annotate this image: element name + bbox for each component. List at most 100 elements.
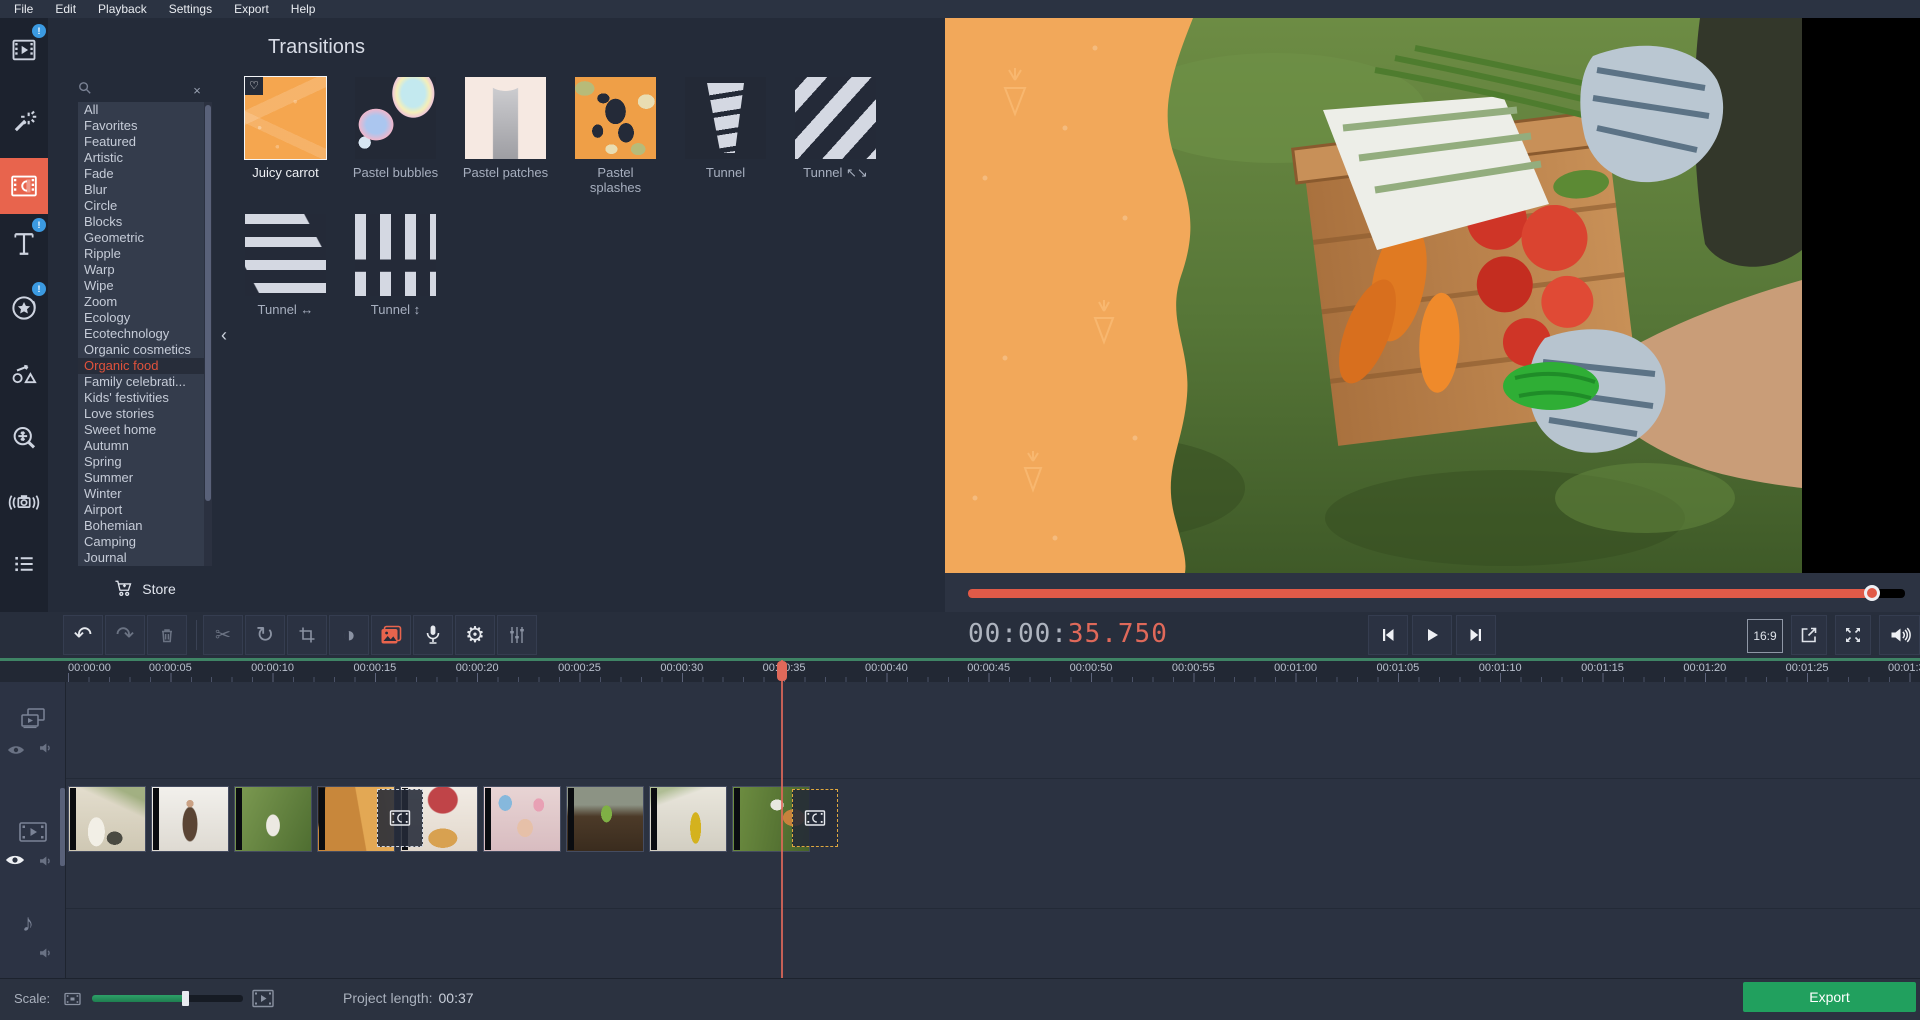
overlay-track-mute-icon[interactable] bbox=[38, 741, 54, 760]
category-item[interactable]: Ecotechnology bbox=[78, 326, 204, 342]
video-preview[interactable] bbox=[945, 18, 1920, 573]
category-item[interactable]: Geometric bbox=[78, 230, 204, 246]
category-item[interactable]: Circle bbox=[78, 198, 204, 214]
category-item[interactable]: Fade bbox=[78, 166, 204, 182]
undo-button[interactable]: ↶ bbox=[63, 615, 103, 655]
split-button[interactable]: ✂ bbox=[203, 615, 243, 655]
detach-preview-button[interactable] bbox=[1791, 615, 1827, 655]
sidebar-item-stickers[interactable]: ! bbox=[0, 280, 48, 336]
category-item[interactable]: Love stories bbox=[78, 406, 204, 422]
delete-button[interactable] bbox=[147, 615, 187, 655]
category-item[interactable]: Ripple bbox=[78, 246, 204, 262]
clip-kids-party[interactable] bbox=[483, 786, 561, 852]
play-button[interactable] bbox=[1412, 615, 1452, 655]
category-item[interactable]: Featured bbox=[78, 134, 204, 150]
zoom-out-filmstrip-icon[interactable] bbox=[64, 992, 81, 1011]
crop-button[interactable] bbox=[287, 615, 327, 655]
clip-meditation-white[interactable] bbox=[151, 786, 229, 852]
color-adjust-button[interactable]: ◑ bbox=[329, 615, 369, 655]
category-item[interactable]: Camping bbox=[78, 534, 204, 550]
transition-thumbnail[interactable]: ♡ bbox=[795, 77, 876, 159]
rotate-button[interactable]: ↻ bbox=[245, 615, 285, 655]
transition-thumbnail[interactable]: ♡ bbox=[355, 214, 436, 296]
scrollbar-thumb[interactable] bbox=[205, 105, 211, 501]
search-input[interactable] bbox=[92, 81, 190, 99]
sidebar-item-titles[interactable]: ! bbox=[0, 216, 48, 272]
sidebar-item-filters[interactable] bbox=[0, 94, 48, 150]
category-item[interactable]: Wipe bbox=[78, 278, 204, 294]
category-item[interactable]: Bohemian bbox=[78, 518, 204, 534]
clip-vase[interactable] bbox=[68, 786, 146, 852]
timeline-ruler[interactable]: 00:00:0000:00:0500:00:1000:00:1500:00:20… bbox=[0, 661, 1920, 682]
menu-item-settings[interactable]: Settings bbox=[158, 0, 223, 18]
sidebar-item-pan-zoom[interactable] bbox=[0, 410, 48, 466]
clip-soil-sprout[interactable] bbox=[566, 786, 644, 852]
audio-track-mute-icon[interactable] bbox=[38, 946, 54, 965]
preview-seek-bar[interactable] bbox=[968, 589, 1905, 598]
category-item[interactable]: Journal bbox=[78, 550, 204, 566]
sidebar-item-more-tools[interactable] bbox=[0, 536, 48, 592]
clip-transition-icon[interactable] bbox=[377, 789, 423, 847]
clip-transition-icon[interactable] bbox=[792, 789, 838, 847]
category-item[interactable]: Ecology bbox=[78, 310, 204, 326]
category-item[interactable]: Spring bbox=[78, 454, 204, 470]
playhead-handle[interactable] bbox=[777, 661, 787, 681]
sidebar-item-media[interactable]: ! bbox=[0, 22, 48, 78]
clip-olive-bottle[interactable] bbox=[649, 786, 727, 852]
settings-button[interactable]: ⚙ bbox=[455, 615, 495, 655]
category-item[interactable]: Winter bbox=[78, 486, 204, 502]
category-item[interactable]: Artistic bbox=[78, 150, 204, 166]
collapse-panel-chevron-icon[interactable]: ‹ bbox=[216, 318, 232, 352]
overlay-track-icon[interactable] bbox=[19, 706, 47, 737]
category-item[interactable]: Kids' festivities bbox=[78, 390, 204, 406]
transition-thumbnail[interactable]: ♡ bbox=[575, 77, 656, 159]
category-scrollbar[interactable] bbox=[204, 102, 212, 566]
fullscreen-button[interactable] bbox=[1835, 615, 1871, 655]
redo-button[interactable]: ↷ bbox=[105, 615, 145, 655]
menu-item-export[interactable]: Export bbox=[223, 0, 280, 18]
sidebar-item-stabilization[interactable] bbox=[0, 474, 48, 530]
video-track-visibility-icon[interactable] bbox=[5, 853, 25, 872]
audio-track-icon[interactable]: ♪ bbox=[22, 910, 34, 938]
store-button[interactable]: Store bbox=[78, 576, 212, 602]
category-item[interactable]: Airport bbox=[78, 502, 204, 518]
sidebar-item-callouts[interactable] bbox=[0, 346, 48, 402]
menu-item-edit[interactable]: Edit bbox=[44, 0, 87, 18]
timeline-zoom-slider[interactable] bbox=[92, 995, 243, 1002]
category-item[interactable]: Blur bbox=[78, 182, 204, 198]
clear-search-icon[interactable]: × bbox=[190, 83, 204, 98]
transition-thumbnail[interactable]: ♡ bbox=[465, 77, 546, 159]
category-item[interactable]: Sweet home bbox=[78, 422, 204, 438]
playhead-line[interactable] bbox=[781, 660, 783, 978]
category-item[interactable]: All bbox=[78, 102, 204, 118]
menu-item-playback[interactable]: Playback bbox=[87, 0, 158, 18]
previous-frame-button[interactable] bbox=[1368, 615, 1408, 655]
video-track-mute-icon[interactable] bbox=[38, 854, 54, 873]
aspect-ratio-button[interactable]: 16:9 bbox=[1747, 619, 1783, 653]
audio-levels-button[interactable] bbox=[497, 615, 537, 655]
next-frame-button[interactable] bbox=[1456, 615, 1496, 655]
menu-item-help[interactable]: Help bbox=[280, 0, 327, 18]
zoom-slider-handle[interactable] bbox=[182, 991, 189, 1006]
category-item[interactable]: Family celebrati... bbox=[78, 374, 204, 390]
zoom-in-filmstrip-icon[interactable] bbox=[252, 989, 274, 1013]
seek-handle[interactable] bbox=[1864, 585, 1880, 601]
transition-thumbnail[interactable]: ♡ bbox=[685, 77, 766, 159]
clip-meditation-forest[interactable] bbox=[234, 786, 312, 852]
clip-properties-button[interactable] bbox=[371, 615, 411, 655]
category-item[interactable]: Warp bbox=[78, 262, 204, 278]
category-item[interactable]: Zoom bbox=[78, 294, 204, 310]
volume-button[interactable] bbox=[1879, 615, 1920, 655]
category-item[interactable]: Organic cosmetics bbox=[78, 342, 204, 358]
category-item[interactable]: Organic food bbox=[78, 358, 204, 374]
transition-thumbnail[interactable]: ♡ bbox=[245, 77, 326, 159]
menu-item-file[interactable]: File bbox=[0, 0, 44, 18]
transition-thumbnail[interactable]: ♡ bbox=[245, 214, 326, 296]
overlay-track-visibility-icon[interactable] bbox=[7, 743, 25, 761]
transition-thumbnail[interactable]: ♡ bbox=[355, 77, 436, 159]
record-voice-button[interactable] bbox=[413, 615, 453, 655]
category-item[interactable]: Summer bbox=[78, 470, 204, 486]
category-item[interactable]: Autumn bbox=[78, 438, 204, 454]
sidebar-item-transitions[interactable] bbox=[0, 158, 48, 214]
category-item[interactable]: Favorites bbox=[78, 118, 204, 134]
